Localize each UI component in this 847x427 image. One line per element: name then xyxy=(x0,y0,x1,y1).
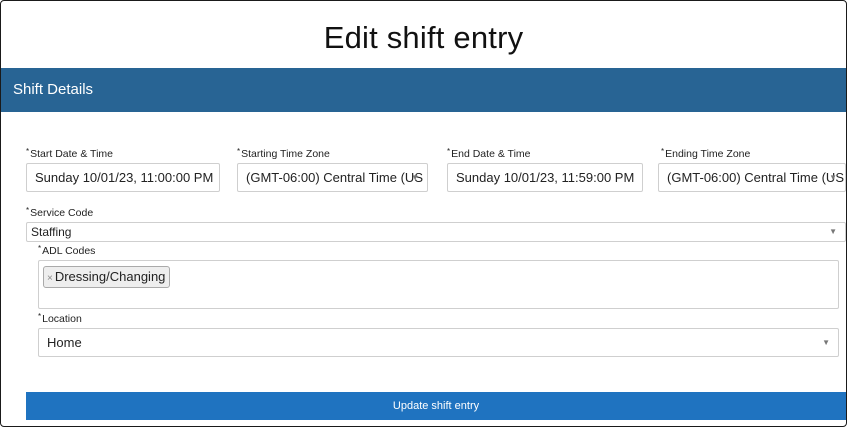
start-timezone-select[interactable]: (GMT-06:00) Central Time (US & ▼ xyxy=(237,163,428,192)
chevron-down-icon: ▼ xyxy=(411,173,419,182)
service-code-select[interactable]: Staffing ▼ xyxy=(26,222,846,242)
start-timezone-label: *Starting Time Zone xyxy=(237,147,330,160)
location-label: *Location xyxy=(38,312,82,325)
service-code-label: *Service Code xyxy=(26,206,94,219)
page-title: Edit shift entry xyxy=(323,20,524,55)
remove-tag-icon[interactable]: × xyxy=(47,273,53,284)
edit-shift-dialog: Edit shift entry Shift Details *Start Da… xyxy=(0,0,847,427)
end-timezone-select[interactable]: (GMT-06:00) Central Time (US & ▼ xyxy=(658,163,846,192)
end-datetime-label: *End Date & Time xyxy=(447,147,531,160)
section-header: Shift Details xyxy=(1,68,846,112)
start-datetime-input[interactable]: Sunday 10/01/23, 11:00:00 PM xyxy=(26,163,220,192)
update-shift-button[interactable]: Update shift entry xyxy=(26,392,846,420)
chevron-down-icon: ▼ xyxy=(829,227,837,236)
adl-codes-label: *ADL Codes xyxy=(38,244,96,257)
chevron-down-icon: ▼ xyxy=(829,173,837,182)
adl-codes-multiselect[interactable]: × Dressing/Changing xyxy=(38,260,839,309)
end-datetime-input[interactable]: Sunday 10/01/23, 11:59:00 PM xyxy=(447,163,643,192)
chevron-down-icon: ▼ xyxy=(822,338,830,347)
start-datetime-label: *Start Date & Time xyxy=(26,147,113,160)
location-select[interactable]: Home ▼ xyxy=(38,328,839,357)
adl-code-tag: × Dressing/Changing xyxy=(43,266,171,288)
end-timezone-label: *Ending Time Zone xyxy=(661,147,751,160)
